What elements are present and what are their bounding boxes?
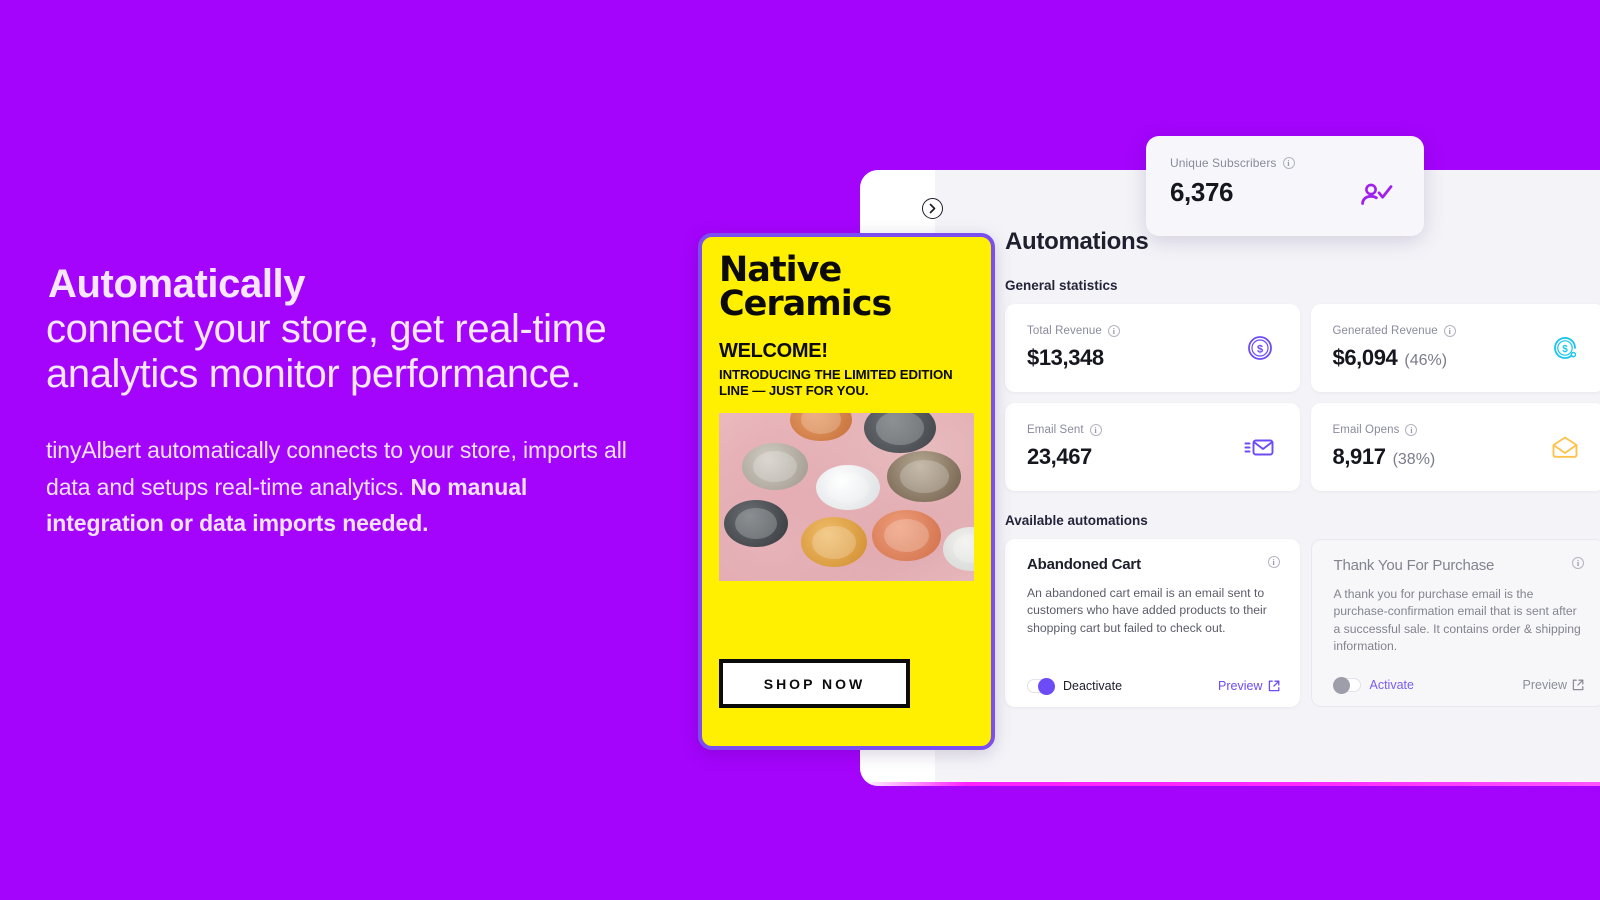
email-welcome-heading: WELCOME! [719,339,828,362]
stat-label: Total Revenue [1027,325,1102,337]
headline-strong: Automatically [48,262,306,306]
toggle-label: Activate [1369,678,1414,692]
unique-subscribers-card[interactable]: Unique Subscribers i 6,376 [1146,136,1424,236]
toggle-knob [1038,678,1055,695]
shop-now-button[interactable]: SHOP NOW [719,659,910,708]
automation-description: A thank you for purchase email is the pu… [1333,587,1581,654]
automations-grid: Abandoned Cart i An abandoned cart email… [1005,539,1600,707]
info-circle-icon[interactable]: i [1282,157,1295,169]
preview-link[interactable]: Preview [1218,679,1279,693]
svg-text:$: $ [1256,343,1262,355]
info-circle-icon[interactable]: i [1443,325,1456,337]
stat-percent: (46%) [1404,352,1448,369]
stat-label: Email Opens [1332,424,1400,436]
stat-percent: (38%) [1392,451,1436,468]
info-circle-icon[interactable]: i [1267,556,1280,568]
automation-footer: Deactivate Preview [1027,678,1280,695]
automation-title: Abandoned Cart [1027,556,1141,573]
stat-value: $13,348 [1027,345,1104,370]
toggle-switch[interactable] [1332,677,1361,694]
stat-value: $6,094 [1332,345,1398,370]
info-circle-icon[interactable]: i [1572,557,1584,569]
automation-card-thank-you-for-purchase[interactable]: Thank You For Purchase i A thank you for… [1310,539,1600,707]
info-circle-icon[interactable]: i [1107,325,1120,337]
stat-label: Generated Revenue [1332,325,1438,337]
stat-label: Email Sent [1027,424,1084,436]
automation-header: Abandoned Cart i [1027,556,1280,573]
email-brand-line1: Native [719,250,842,290]
stat-value: 23,467 [1027,444,1092,469]
automation-card-abandoned-cart[interactable]: Abandoned Cart i An abandoned cart email… [1005,539,1300,707]
dollar-circle-icon: $ [1246,334,1274,362]
automation-footer: Activate Preview [1332,677,1585,694]
headline: Automatically connect your store, get re… [46,262,686,396]
info-circle-icon[interactable]: i [1405,424,1418,436]
email-brand-name: Native Ceramics [719,250,974,325]
email-subheading: INTRODUCING THE LIMITED EDITION LINE — J… [719,366,953,398]
toggle-label: Deactivate [1063,679,1123,693]
available-automations-label: Available automations [1005,513,1148,528]
stat-card-email-sent[interactable]: Email Sent i 23,467 [1005,403,1300,491]
automation-toggle[interactable]: Activate [1332,677,1414,694]
stat-card-total-revenue[interactable]: Total Revenue i $13,348 $ [1005,304,1300,392]
mail-send-icon [1244,435,1274,459]
chevron-right-circle-icon[interactable] [922,198,943,219]
headline-rest: connect your store, get real-time analyt… [46,306,607,396]
user-check-icon [1360,182,1394,210]
ceramic-bowls-photo [719,412,974,581]
statistics-grid: Total Revenue i $13,348 $ Generated Reve… [1005,304,1600,491]
general-statistics-label: General statistics [1005,278,1118,293]
dollar-refresh-icon: $ [1551,334,1579,362]
info-circle-icon[interactable]: i [1089,424,1102,436]
automation-title: Thank You For Purchase [1333,557,1495,574]
email-brand-line2: Ceramics [719,284,892,325]
preview-label: Preview [1218,679,1263,693]
stat-card-email-opens[interactable]: Email Opens i 8,917 (38%) [1310,403,1600,491]
stat-header: Unique Subscribers i [1170,156,1402,170]
toggle-knob [1332,677,1350,694]
external-link-icon [1572,679,1584,691]
stat-card-generated-revenue[interactable]: Generated Revenue i $6,094 (46%) $ [1310,304,1600,392]
automation-toggle[interactable]: Deactivate [1027,678,1123,695]
external-link-icon [1268,680,1279,692]
shop-now-label: SHOP NOW [763,675,866,692]
marketing-copy: Automatically connect your store, get re… [46,262,686,541]
marketing-body: tinyAlbert automatically connects to you… [46,432,646,541]
mail-open-icon [1551,435,1579,459]
preview-label: Preview [1522,678,1567,692]
stat-value: 8,917 [1332,444,1386,469]
preview-link[interactable]: Preview [1523,678,1584,692]
email-preview-card[interactable]: Native Ceramics WELCOME! INTRODUCING THE… [698,233,995,750]
automation-header: Thank You For Purchase i [1333,557,1584,574]
automation-description: An abandoned cart email is an email sent… [1027,586,1267,635]
svg-text:$: $ [1562,344,1568,355]
stat-label: Unique Subscribers [1170,156,1277,170]
marketing-body-plain: tinyAlbert automatically connects to you… [46,437,627,500]
stat-value: 6,376 [1170,177,1234,207]
dashboard-content: Automations General statistics Total Rev… [1005,228,1600,786]
toggle-switch[interactable] [1027,678,1055,695]
